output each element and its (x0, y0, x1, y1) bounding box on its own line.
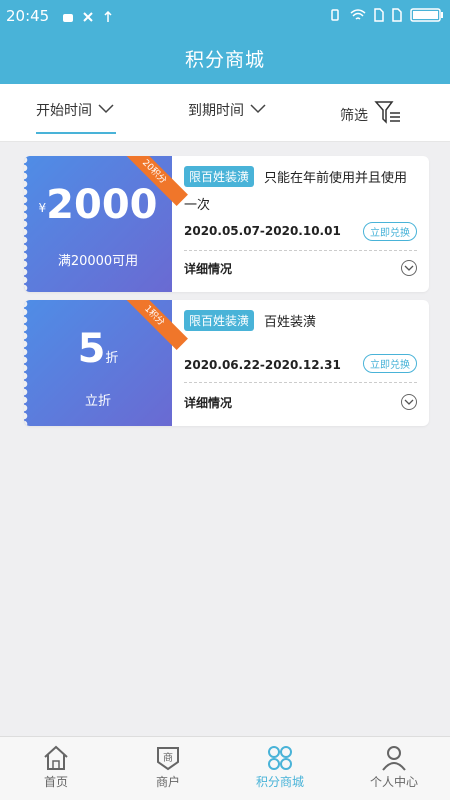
expand-details-icon[interactable] (401, 394, 417, 410)
filter-icon (374, 100, 402, 130)
status-right-icons (328, 7, 444, 26)
nav-points-mall-label: 积分商城 (255, 775, 304, 789)
usb-icon (102, 8, 114, 22)
coupon-description-cont: 一次 (184, 198, 211, 213)
coupon-title-row: 限百姓装潢 只能在年前使用并且使用 (184, 166, 407, 187)
details-label[interactable]: 详细情况 (184, 394, 232, 411)
nav-profile-label: 个人中心 (369, 775, 418, 789)
page-title: 积分商城 (184, 49, 265, 71)
dashed-divider (184, 382, 417, 383)
coupon-date-range: 2020.05.07-2020.10.01 (184, 224, 341, 238)
nav-merchant-label: 商户 (155, 775, 180, 789)
android-icon (62, 8, 74, 22)
sim1-icon (374, 7, 384, 26)
coupon-condition: 满20000可用 (57, 254, 139, 269)
filter-expire-time-label: 到期时间 (188, 103, 244, 119)
sim2-icon (392, 7, 402, 26)
redeem-button[interactable]: 立即兑换 (363, 222, 417, 241)
wifi-icon (350, 7, 366, 26)
coupon-info-panel: 限百姓装潢 只能在年前使用并且使用 一次 2020.05.07-2020.10.… (172, 156, 429, 292)
filter-start-time-label: 开始时间 (36, 103, 92, 119)
status-bar: 20:45 (0, 0, 450, 32)
coupon-condition: 立折 (84, 394, 111, 409)
nav-home[interactable]: 首页 (0, 743, 112, 790)
nav-home-label: 首页 (43, 775, 68, 789)
coupon-value-panel: 1积分 5折 立折 (24, 300, 188, 426)
coupon-tag: 限百姓装潢 (184, 166, 255, 187)
status-left-icons (62, 8, 114, 22)
filter-screen-button[interactable]: 筛选 (340, 100, 402, 130)
svg-text:商: 商 (163, 751, 173, 764)
currency-symbol: ¥ (38, 201, 47, 215)
filter-expire-time[interactable]: 到期时间 (188, 100, 266, 120)
battery-icon (410, 7, 444, 26)
home-icon (0, 743, 112, 773)
active-filter-underline (36, 132, 116, 134)
coupon-amount: ¥2000 (24, 182, 172, 228)
coupon-date-range: 2020.06.22-2020.12.31 (184, 358, 341, 372)
redeem-button[interactable]: 立即兑换 (363, 354, 417, 373)
signal-x-icon (82, 8, 94, 22)
coupon-value: 2000 (46, 182, 158, 228)
shop-icon: 商 (112, 743, 224, 773)
filter-start-time[interactable]: 开始时间 (36, 100, 114, 120)
coupon-info-panel: 限百姓装潢 百姓装潢 2020.06.22-2020.12.31 立即兑换 详细… (172, 300, 429, 426)
status-time: 20:45 (6, 7, 50, 25)
coupon-description: 只能在年前使用并且使用 (264, 171, 408, 186)
app-header: 20:45 积分商城 (0, 0, 450, 84)
expand-details-icon[interactable] (401, 260, 417, 276)
coupon-amount: 5折 (24, 326, 172, 372)
nav-merchant[interactable]: 商 商户 (112, 743, 224, 790)
coupon-card[interactable]: 1积分 5折 立折 限百姓装潢 百姓装潢 2020.06.22-2020.12.… (24, 300, 429, 426)
coupon-unit: 折 (105, 351, 119, 366)
coupon-card[interactable]: 20积分 ¥2000 满20000可用 限百姓装潢 只能在年前使用并且使用 一次… (24, 156, 429, 292)
bottom-nav: 首页 商 商户 积分商城 个人中心 (0, 736, 450, 800)
coupon-value-panel: 20积分 ¥2000 满20000可用 (24, 156, 188, 292)
chevron-down-icon (250, 102, 266, 118)
dashed-divider (184, 250, 417, 251)
details-label[interactable]: 详细情况 (184, 260, 232, 277)
grid-icon (224, 743, 336, 773)
coupon-description: 百姓装潢 (264, 315, 317, 330)
filter-bar: 开始时间 到期时间 筛选 (0, 84, 450, 142)
user-icon (338, 743, 450, 773)
chevron-down-icon (98, 102, 114, 118)
coupon-tag: 限百姓装潢 (184, 310, 255, 331)
coupon-value: 5 (77, 326, 106, 372)
vibrate-icon (328, 7, 342, 26)
nav-profile[interactable]: 个人中心 (338, 743, 450, 790)
coupon-title-row: 限百姓装潢 百姓装潢 (184, 310, 316, 331)
nav-points-mall[interactable]: 积分商城 (224, 743, 336, 790)
filter-screen-label: 筛选 (340, 108, 368, 124)
